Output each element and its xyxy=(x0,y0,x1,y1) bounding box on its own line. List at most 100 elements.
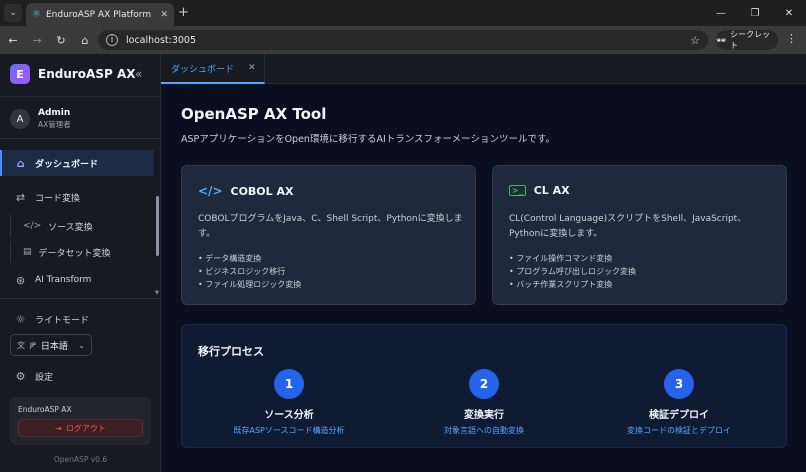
brand-logo: E xyxy=(10,64,30,84)
list-item: • ファイル操作コマンド変換 xyxy=(509,254,613,263)
sidebar-scrollbar[interactable] xyxy=(156,196,159,256)
close-window-icon[interactable]: ✕ xyxy=(772,0,806,26)
step-title: ソース分析 xyxy=(264,410,314,421)
terminal-icon: >_ xyxy=(509,185,526,196)
version-label: OpenASP v0.6 xyxy=(53,455,108,464)
logout-icon: ⇥ xyxy=(55,423,62,433)
forward-icon[interactable]: → xyxy=(26,29,48,51)
home-icon[interactable]: ⌂ xyxy=(74,29,96,51)
list-item: • プログラム呼び出しロジック変換 xyxy=(509,267,637,276)
migration-process-panel: 移行プロセス 1 ソース分析 既存ASPソースコード構造分析 2 変換実行 対象… xyxy=(181,324,787,448)
restore-icon[interactable]: ❐ xyxy=(738,0,772,26)
window-controls: — ❐ ✕ xyxy=(704,0,806,26)
process-step: 1 ソース分析 既存ASPソースコード構造分析 xyxy=(199,369,379,436)
sidebar-subitem-source-conversion[interactable]: </> ソース変換 xyxy=(10,215,93,237)
list-item: • データ構造変換 xyxy=(198,254,262,263)
step-title: 変換実行 xyxy=(464,410,504,421)
bookmark-star-icon[interactable]: ☆ xyxy=(690,34,700,47)
back-icon[interactable]: ← xyxy=(2,29,24,51)
user-profile: A Admin AX管理者 xyxy=(10,108,71,130)
code-icon: </> xyxy=(198,184,223,198)
sidebar-item-ai-transform[interactable]: ⊛ AI Transform xyxy=(0,269,154,291)
minimize-icon[interactable]: — xyxy=(704,0,738,26)
home-icon: ⌂ xyxy=(16,156,25,170)
address-bar[interactable]: i localhost:3005 ☆ xyxy=(98,30,708,50)
logout-label: ログアウト xyxy=(65,423,106,433)
brand[interactable]: E EnduroASP AX xyxy=(10,64,135,84)
step-title: 検証デプロイ xyxy=(649,410,709,421)
sidebar: E EnduroASP AX « A Admin AX管理者 ⌂ ダッシュボード… xyxy=(0,54,161,472)
sun-icon: ☼ xyxy=(15,312,26,326)
card-description: COBOLプログラムをJava、C、Shell Script、Pythonに変換… xyxy=(198,214,463,239)
step-description: 既存ASPソースコード構造分析 xyxy=(233,426,345,435)
sidebar-item-label: ソース変換 xyxy=(48,222,93,233)
site-info-icon[interactable]: i xyxy=(106,34,118,46)
close-icon[interactable]: ✕ xyxy=(248,63,256,73)
step-number: 1 xyxy=(274,369,304,399)
cobol-ax-card[interactable]: </> COBOL AX COBOLプログラムをJava、C、Shell Scr… xyxy=(181,165,476,305)
card-title: COBOL AX xyxy=(230,184,294,198)
footer-label: EnduroASP AX xyxy=(18,405,72,414)
browser-tab[interactable]: ⚛ EnduroASP AX Platform ✕ xyxy=(26,3,174,26)
step-description: 対象言語への自動変換 xyxy=(444,426,524,435)
collapse-sidebar-icon[interactable]: « xyxy=(135,67,142,81)
step-number: 2 xyxy=(469,369,499,399)
card-title: CL AX xyxy=(533,184,570,197)
sidebar-item-settings[interactable]: ⚙ 設定 xyxy=(0,365,154,387)
user-role: AX管理者 xyxy=(38,120,71,129)
browser-tab-title: EnduroASP AX Platform xyxy=(45,9,152,20)
card-feature-list: • データ構造変換 • ビジネスロジック移行 • ファイル処理ロジック変換 xyxy=(198,252,301,291)
close-tab-icon[interactable]: ✕ xyxy=(160,10,168,20)
card-feature-list: • ファイル操作コマンド変換 • プログラム呼び出しロジック変換 • バッチ作業… xyxy=(509,252,636,291)
page-tab-bar: ダッシュボード ✕ xyxy=(161,54,806,84)
sidebar-subitem-dataset-conversion[interactable]: ▤ データセット変換 xyxy=(10,241,111,263)
swap-arrows-icon: ⇄ xyxy=(15,190,26,204)
browser-tab-strip: ⌄ ⚛ EnduroASP AX Platform ✕ + — ❐ ✕ xyxy=(0,0,806,26)
incognito-icon: 🕶 xyxy=(716,35,727,45)
sidebar-footer: EnduroASP AX ⇥ ログアウト xyxy=(10,397,151,445)
step-description: 変換コードの検証とデプロイ xyxy=(627,426,731,435)
brand-name: EnduroASP AX xyxy=(38,67,136,81)
logout-button[interactable]: ⇥ ログアウト xyxy=(18,419,143,437)
process-step: 3 検証デプロイ 変換コードの検証とデプロイ xyxy=(589,369,769,436)
gear-icon: ⚙ xyxy=(15,369,26,383)
reload-icon[interactable]: ↻ xyxy=(50,29,72,51)
main-area: ダッシュボード ✕ OpenASP AX Tool ASPアプリケーションをOp… xyxy=(161,54,806,472)
sidebar-item-label: データセット変換 xyxy=(38,248,111,259)
divider xyxy=(0,96,160,97)
card-description: CL(Control Language)スクリプトをShell、JavaScri… xyxy=(509,214,747,239)
light-mode-label: ライトモード xyxy=(35,315,90,326)
list-item: • ファイル処理ロジック変換 xyxy=(198,280,302,289)
user-name: Admin xyxy=(38,108,71,118)
light-mode-toggle[interactable]: ☼ ライトモード xyxy=(0,308,154,330)
cl-ax-card[interactable]: >_ CL AX CL(Control Language)スクリプトをShell… xyxy=(492,165,787,305)
sidebar-item-label: 設定 xyxy=(35,372,54,383)
avatar: A xyxy=(10,109,30,129)
list-item: • ビジネスロジック移行 xyxy=(198,267,286,276)
process-step: 2 変換実行 対象言語への自動変換 xyxy=(394,369,574,436)
scroll-down-icon[interactable]: ▼ xyxy=(155,290,159,296)
address-url[interactable]: localhost:3005 xyxy=(126,35,196,46)
chevron-down-icon: ⌄ xyxy=(78,340,85,350)
page-description: ASPアプリケーションをOpen環境に移行するAIトランスフォーメーションツール… xyxy=(181,134,556,145)
react-favicon-icon: ⚛ xyxy=(32,9,41,20)
language-select[interactable]: 文 JP 日本語 ⌄ xyxy=(10,334,92,356)
tab-dashboard[interactable]: ダッシュボード ✕ xyxy=(161,54,265,84)
tab-search-icon[interactable]: ⌄ xyxy=(4,4,22,22)
incognito-profile-button[interactable]: 🕶 シークレット xyxy=(716,30,778,50)
language-value: 日本語 xyxy=(40,341,68,352)
step-number: 3 xyxy=(664,369,694,399)
sidebar-item-label: AI Transform xyxy=(35,275,92,285)
code-icon: </> xyxy=(23,221,42,231)
dashboard-content: OpenASP AX Tool ASPアプリケーションをOpen環境に移行するA… xyxy=(161,85,806,472)
process-title: 移行プロセス xyxy=(198,345,264,358)
sidebar-item-label: コード変換 xyxy=(35,193,81,204)
sidebar-item-dashboard[interactable]: ⌂ ダッシュボード xyxy=(0,150,154,176)
page-title: OpenASP AX Tool xyxy=(181,105,327,123)
new-tab-icon[interactable]: + xyxy=(178,5,189,20)
sidebar-item-code-conversion[interactable]: ⇄ コード変換 xyxy=(0,186,154,208)
sidebar-item-label: ダッシュボード xyxy=(35,159,99,170)
divider xyxy=(0,138,160,139)
tab-label: ダッシュボード xyxy=(171,64,235,75)
more-menu-icon[interactable]: ⋮ xyxy=(786,32,797,45)
